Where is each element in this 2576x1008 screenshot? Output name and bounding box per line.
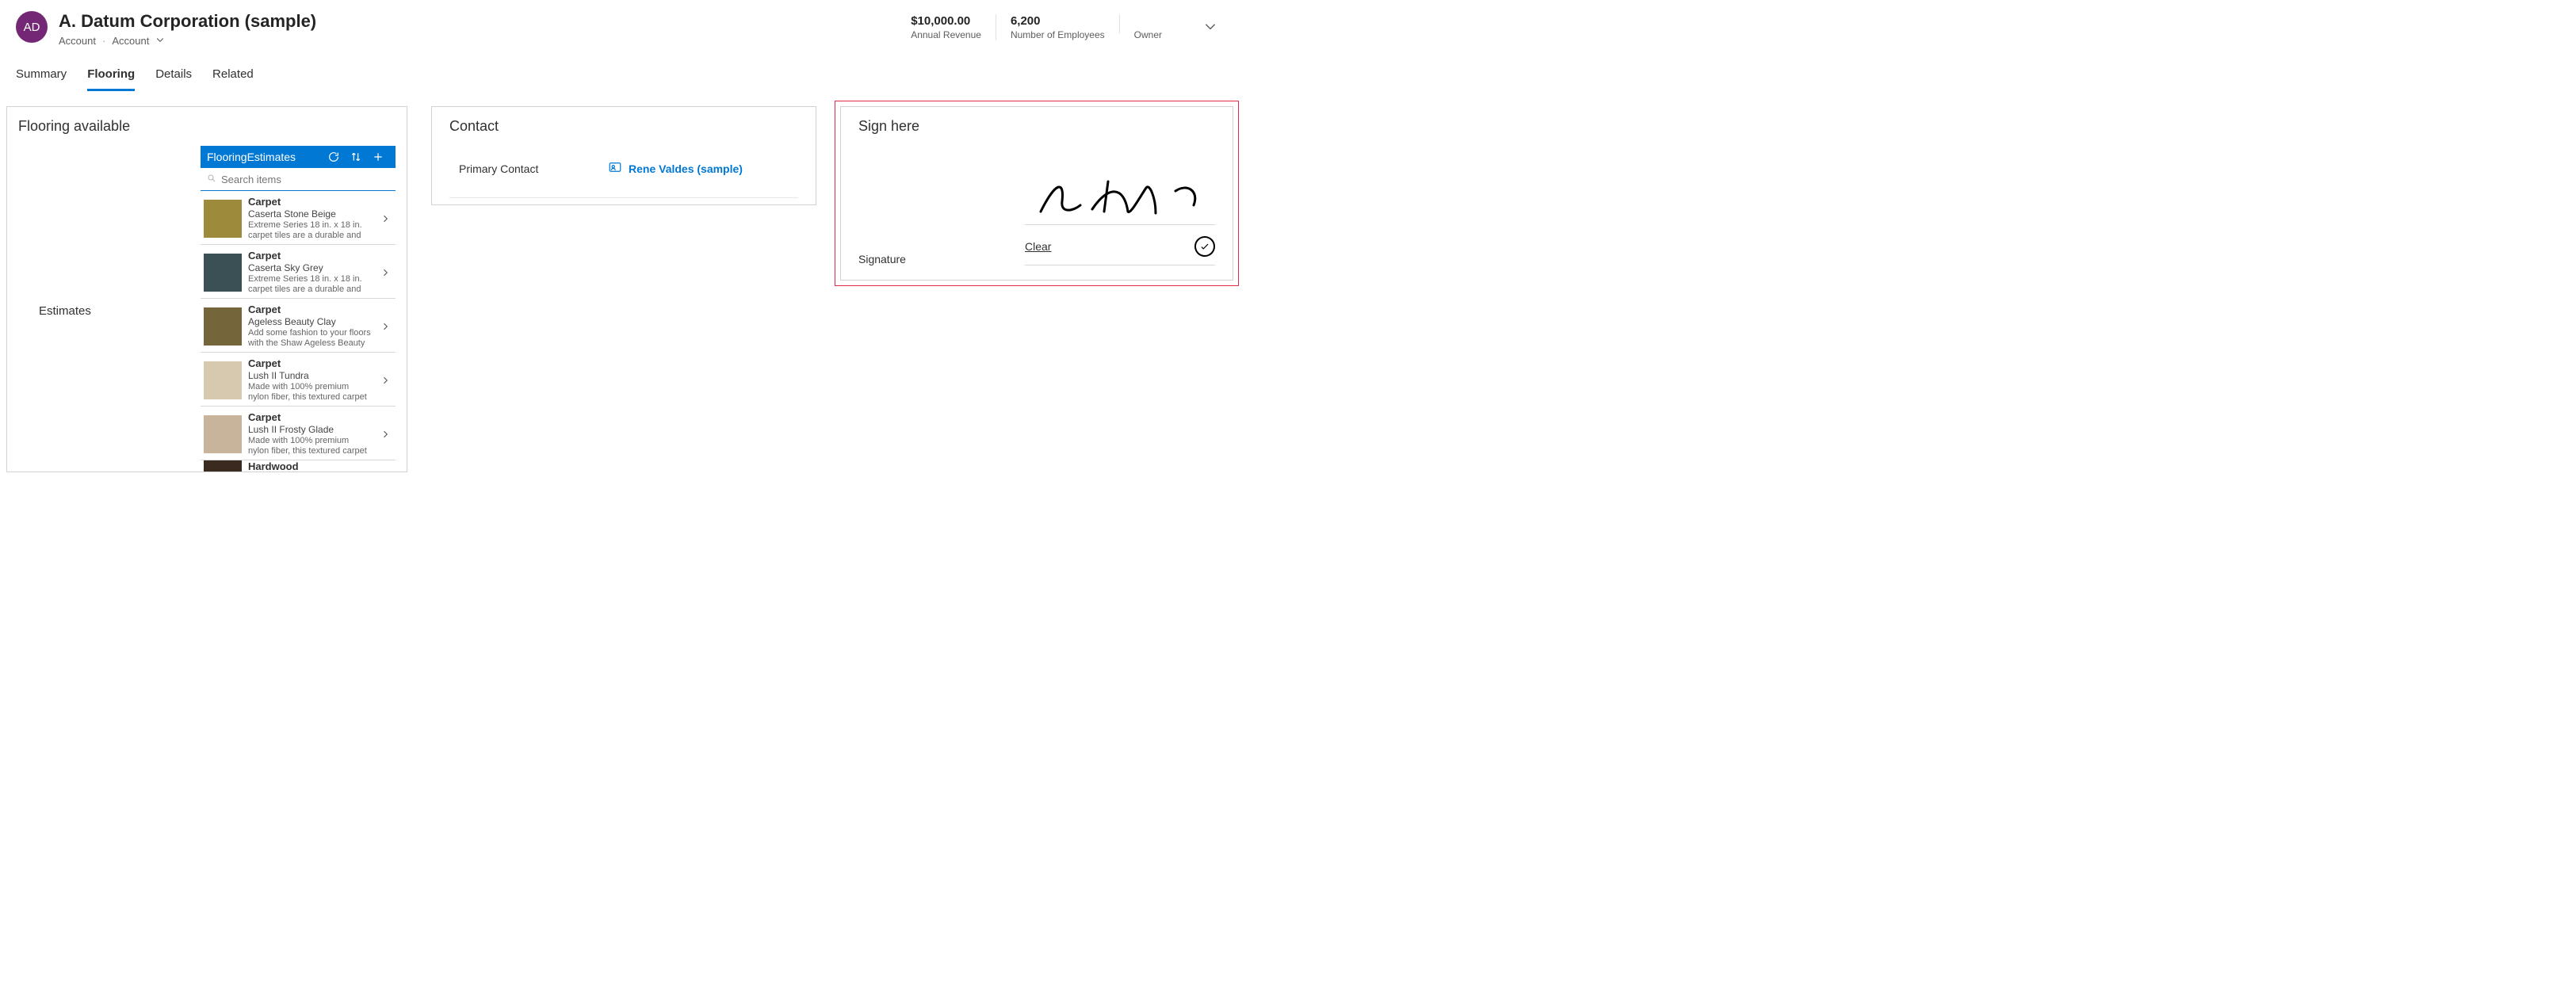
panel-signature: Sign here Signature Clear [840,106,1233,281]
list-item[interactable]: Hardwood [201,460,396,472]
swatch [204,254,242,292]
panel-flooring: Flooring available Estimates FlooringEst… [6,106,407,472]
chevron-right-icon[interactable] [378,376,392,385]
list-item-category: Hardwood [248,460,392,472]
stat-revenue-label: Annual Revenue [911,29,981,40]
entity-type: Account [59,35,96,47]
swatch [204,415,242,453]
list-item-desc: Made with 100% premium nylon fiber, this… [248,382,372,403]
avatar: AD [16,11,48,43]
form-tabs: Summary Flooring Details Related [0,47,1244,92]
sort-icon[interactable] [345,151,367,163]
gallery-list: CarpetCaserta Stone BeigeExtreme Series … [201,191,396,472]
search-input[interactable] [221,174,389,185]
form-selector-chevron-icon[interactable] [155,35,165,47]
stat-employees-value: 6,200 [1011,14,1105,28]
list-item-category: Carpet [248,304,372,315]
list-item[interactable]: CarpetLush II Frosty GladeMade with 100%… [201,407,396,460]
chevron-right-icon[interactable] [378,322,392,331]
stat-revenue: $10,000.00 Annual Revenue [896,14,996,40]
list-item-category: Carpet [248,250,372,262]
field-label-signature: Signature [858,181,1009,265]
tab-summary[interactable]: Summary [16,61,67,91]
page-title: A. Datum Corporation (sample) [59,11,316,32]
list-item-name: Lush II Tundra [248,370,372,381]
field-primary-contact: Primary Contact Rene Valdes (sample) [449,146,798,198]
list-item-text: CarpetLush II TundraMade with 100% premi… [248,357,372,403]
clear-signature-link[interactable]: Clear [1025,240,1051,253]
list-item-category: Carpet [248,411,372,423]
list-item[interactable]: CarpetCaserta Sky GreyExtreme Series 18 … [201,245,396,299]
list-item-category: Carpet [248,196,372,208]
refresh-icon[interactable] [323,151,345,163]
subtitle-divider: · [102,35,105,47]
list-item-name: Caserta Sky Grey [248,262,372,273]
list-item-text: CarpetCaserta Sky GreyExtreme Series 18 … [248,250,372,295]
person-icon [608,160,622,177]
list-item-category: Carpet [248,357,372,369]
primary-contact-name: Rene Valdes (sample) [629,162,743,175]
tab-related[interactable]: Related [212,61,254,91]
list-item-text: CarpetLush II Frosty GladeMade with 100%… [248,411,372,456]
tab-flooring[interactable]: Flooring [87,61,135,91]
stat-employees: 6,200 Number of Employees [996,14,1119,40]
swatch [204,200,242,238]
gallery-header: FlooringEstimates [201,146,396,168]
stat-owner-label: Owner [1134,29,1162,40]
stat-employees-label: Number of Employees [1011,29,1105,40]
list-item-name: Lush II Frosty Glade [248,424,372,435]
title-block: A. Datum Corporation (sample) Account · … [59,11,885,47]
list-item-name: Caserta Stone Beige [248,208,372,220]
list-item-text: CarpetAgeless Beauty ClayAdd some fashio… [248,304,372,349]
primary-contact-link[interactable]: Rene Valdes (sample) [608,160,743,177]
swatch [204,307,242,346]
form-name: Account [112,35,149,47]
list-item[interactable]: CarpetAgeless Beauty ClayAdd some fashio… [201,299,396,353]
gallery-search[interactable] [201,168,396,191]
list-item[interactable]: CarpetCaserta Stone BeigeExtreme Series … [201,191,396,245]
search-icon [207,173,216,185]
panel-signature-title: Sign here [858,118,1215,135]
stat-owner: . Owner [1119,14,1176,33]
signature-canvas[interactable] [1025,146,1215,225]
list-item-name: Ageless Beauty Clay [248,316,372,327]
list-item[interactable]: CarpetLush II TundraMade with 100% premi… [201,353,396,407]
chevron-right-icon[interactable] [378,268,392,277]
list-item-desc: Extreme Series 18 in. x 18 in. carpet ti… [248,220,372,241]
header-expand-chevron-icon[interactable] [1187,11,1229,36]
form-body: Flooring available Estimates FlooringEst… [0,92,1244,472]
panel-contact-title: Contact [449,118,798,135]
chevron-right-icon[interactable] [378,214,392,223]
panel-flooring-title: Flooring available [18,118,396,135]
add-icon[interactable] [367,151,389,163]
panel-contact: Contact Primary Contact Rene Valdes (sam… [431,106,816,205]
swatch [204,460,242,472]
list-item-desc: Made with 100% premium nylon fiber, this… [248,436,372,456]
estimates-gallery: FlooringEstimates [201,146,396,472]
list-item-text: CarpetCaserta Stone BeigeExtreme Series … [248,196,372,241]
header-stats: $10,000.00 Annual Revenue 6,200 Number o… [896,11,1176,40]
tab-details[interactable]: Details [155,61,192,91]
gallery-title: FlooringEstimates [207,151,323,163]
list-item-desc: Extreme Series 18 in. x 18 in. carpet ti… [248,274,372,295]
list-item-desc: Add some fashion to your floors with the… [248,328,372,349]
field-label-estimates: Estimates [18,146,201,472]
confirm-signature-button[interactable] [1194,236,1215,257]
stat-revenue-value: $10,000.00 [911,14,981,28]
field-label-primary-contact: Primary Contact [449,162,608,175]
swatch [204,361,242,399]
record-header: AD A. Datum Corporation (sample) Account… [0,0,1244,47]
chevron-right-icon[interactable] [378,430,392,439]
